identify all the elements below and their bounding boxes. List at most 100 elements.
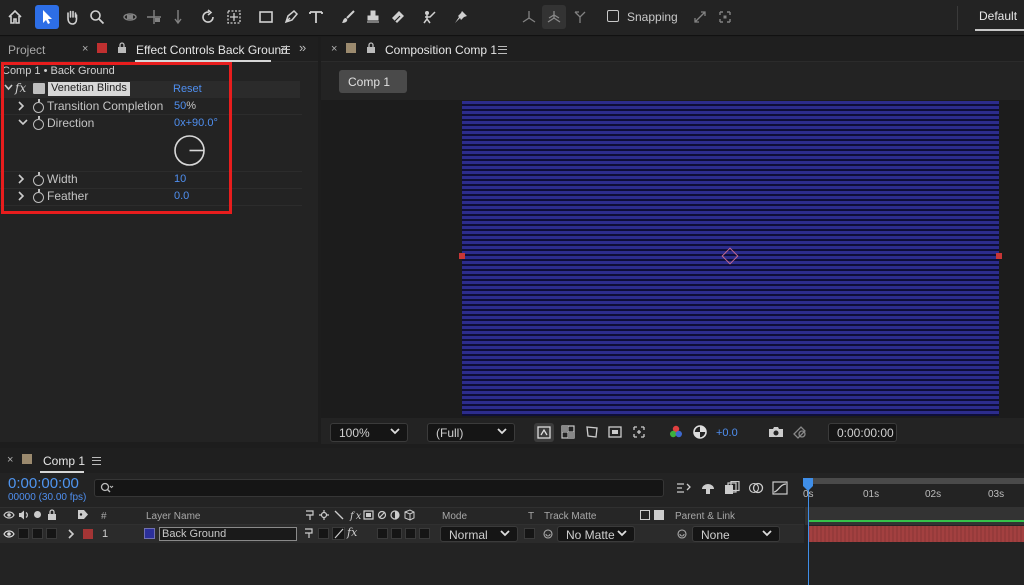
- solo-toggle[interactable]: [32, 528, 43, 539]
- pan-behind-icon[interactable]: [222, 5, 246, 29]
- effect-switch-icon[interactable]: fx: [347, 526, 357, 539]
- draft-3d-icon[interactable]: [676, 481, 692, 495]
- shy-layers-icon[interactable]: [700, 481, 716, 495]
- motion-blur-icon[interactable]: [748, 481, 764, 495]
- region-of-interest-icon[interactable]: [607, 424, 623, 440]
- grid-guides-icon[interactable]: [631, 424, 647, 440]
- ruler-tick-02s: 02s: [925, 489, 942, 500]
- selection-tool-icon[interactable]: [35, 5, 59, 29]
- motion-blur-switch[interactable]: [391, 528, 402, 539]
- panel-overflow-icon[interactable]: »: [299, 40, 306, 55]
- layer-search-input[interactable]: [94, 479, 664, 497]
- panel-menu-icon[interactable]: [281, 46, 290, 54]
- layer-visibility-eye-icon[interactable]: [3, 529, 15, 539]
- snap-grid-icon[interactable]: [713, 5, 737, 29]
- frame-blend-switch[interactable]: [377, 528, 388, 539]
- layer-index: 1: [102, 528, 109, 540]
- lock-icon[interactable]: [47, 509, 57, 520]
- panel-color-swatch: [97, 43, 107, 53]
- layer-label-color[interactable]: [83, 529, 93, 539]
- shy-switch-icon[interactable]: [303, 528, 315, 539]
- track-matte-t-header: T: [528, 511, 535, 522]
- rectangle-tool-icon[interactable]: [254, 5, 278, 29]
- playhead-icon[interactable]: [802, 478, 814, 492]
- zoom-dropdown[interactable]: 100%: [330, 423, 408, 442]
- panel-menu-icon[interactable]: [498, 46, 507, 54]
- graph-editor-icon[interactable]: [772, 481, 788, 495]
- eraser-tool-icon[interactable]: [386, 5, 410, 29]
- brush-tool-icon[interactable]: [336, 5, 360, 29]
- close-icon[interactable]: ×: [82, 43, 88, 55]
- mask-visibility-icon[interactable]: [584, 424, 600, 440]
- roto-brush-icon[interactable]: [418, 5, 442, 29]
- dolly-camera-icon[interactable]: [166, 5, 190, 29]
- rotation-tool-icon[interactable]: [196, 5, 220, 29]
- orbit-camera-icon[interactable]: [118, 5, 142, 29]
- adjustment-switch[interactable]: [405, 528, 416, 539]
- lock-icon[interactable]: [117, 42, 127, 53]
- show-channel-icon[interactable]: [668, 424, 684, 440]
- parent-value: None: [701, 528, 730, 542]
- collapse-switch[interactable]: [318, 528, 329, 539]
- video-eye-icon[interactable]: [3, 510, 15, 520]
- tab-timeline-comp[interactable]: Comp 1: [43, 454, 85, 468]
- blend-mode-dropdown[interactable]: Normal: [440, 526, 518, 542]
- home-icon[interactable]: [3, 5, 27, 29]
- audio-toggle[interactable]: [18, 528, 29, 539]
- chevron-down-icon: [762, 529, 772, 537]
- color-management-icon[interactable]: [692, 424, 708, 440]
- type-tool-icon[interactable]: [304, 5, 328, 29]
- lock-icon[interactable]: [366, 42, 376, 53]
- twirl-closed-icon[interactable]: [67, 529, 75, 539]
- layer-name-header[interactable]: Layer Name: [146, 511, 200, 522]
- axis-view-icon[interactable]: [568, 5, 592, 29]
- matte-pickwhip-icon[interactable]: [542, 528, 554, 540]
- layer-bound-handle-left[interactable]: [459, 253, 465, 259]
- snapshot-camera-icon[interactable]: [768, 424, 784, 440]
- snap-extend-icon[interactable]: [688, 5, 712, 29]
- work-area-bar[interactable]: [805, 478, 1024, 484]
- exposure-value[interactable]: +0.0: [716, 427, 738, 439]
- audio-speaker-icon[interactable]: [18, 510, 30, 520]
- workspace-default[interactable]: Default: [979, 9, 1017, 23]
- quality-switch[interactable]: [332, 527, 345, 540]
- 3d-layer-switch[interactable]: [419, 528, 430, 539]
- layer-name-field[interactable]: Back Ground: [159, 527, 297, 541]
- chevron-down-icon: [390, 427, 400, 435]
- viewer-timecode[interactable]: 0:00:00:00: [828, 423, 897, 442]
- preserve-transparency-toggle[interactable]: [524, 528, 535, 539]
- transparency-grid-icon[interactable]: [560, 424, 576, 440]
- pen-tool-icon[interactable]: [279, 5, 303, 29]
- snapping-checkbox[interactable]: [607, 10, 619, 22]
- zoom-tool-icon[interactable]: [85, 5, 109, 29]
- tab-effect-controls[interactable]: Effect Controls Back Ground: [136, 43, 288, 57]
- playhead-line[interactable]: [808, 478, 809, 585]
- parent-pickwhip-icon[interactable]: [676, 528, 688, 540]
- tab-composition[interactable]: Composition Comp 1: [385, 43, 497, 57]
- ruler-tick-03s: 03s: [988, 489, 1005, 500]
- show-snapshot-icon[interactable]: [792, 424, 808, 440]
- axis-local-icon[interactable]: [517, 5, 541, 29]
- layer-duration-bar[interactable]: [808, 526, 1024, 542]
- tab-project[interactable]: Project: [8, 43, 45, 57]
- parent-dropdown[interactable]: None: [692, 526, 780, 542]
- puppet-pin-icon[interactable]: [449, 5, 473, 29]
- close-icon[interactable]: ×: [331, 43, 337, 55]
- panel-menu-icon[interactable]: [92, 457, 101, 465]
- current-time-display[interactable]: 0:00:00:00: [8, 475, 79, 492]
- solo-icon[interactable]: [34, 511, 41, 518]
- label-tag-icon[interactable]: [77, 509, 89, 520]
- clone-stamp-icon[interactable]: [361, 5, 385, 29]
- frame-blending-icon[interactable]: [724, 481, 740, 495]
- pan-camera-icon[interactable]: [142, 5, 166, 29]
- layer-bound-handle-right[interactable]: [996, 253, 1002, 259]
- close-icon[interactable]: ×: [7, 454, 13, 466]
- axis-world-icon[interactable]: [542, 5, 566, 29]
- hand-tool-icon[interactable]: [60, 5, 84, 29]
- track-matte-value: No Matte: [566, 528, 615, 542]
- track-matte-dropdown[interactable]: No Matte: [557, 526, 635, 542]
- resolution-dropdown[interactable]: (Full): [427, 423, 515, 442]
- fast-previews-icon[interactable]: [534, 423, 554, 442]
- comp-navigator-chip[interactable]: Comp 1: [339, 70, 407, 93]
- lock-toggle[interactable]: [46, 528, 57, 539]
